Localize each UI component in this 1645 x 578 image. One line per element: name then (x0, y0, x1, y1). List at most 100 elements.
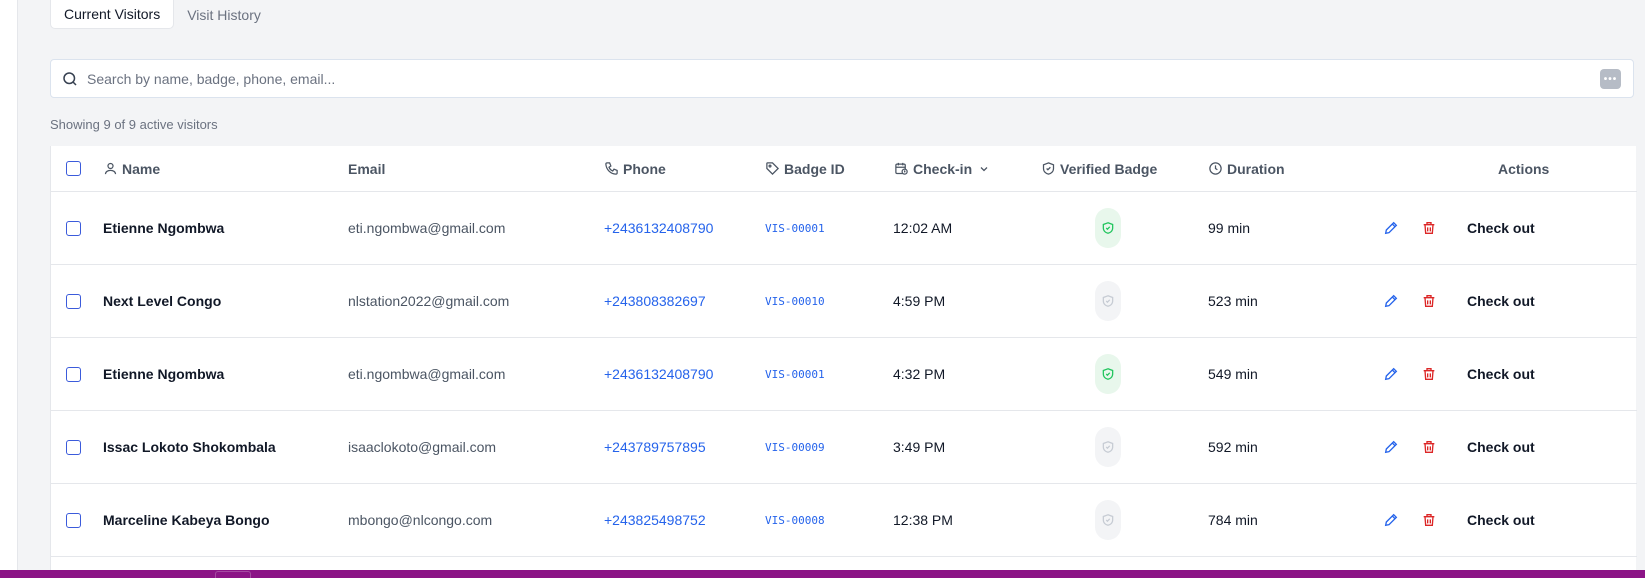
visitor-phone[interactable]: +2436132408790 (604, 220, 713, 236)
calendar-clock-icon (895, 162, 908, 175)
select-all-checkbox[interactable] (66, 161, 81, 176)
badge-id[interactable]: VIS-00008 (765, 514, 825, 527)
visitor-email: nlstation2022@gmail.com (348, 293, 510, 309)
column-badge-id[interactable]: Badge ID (765, 146, 845, 191)
more-options-icon[interactable]: ••• (1600, 69, 1621, 89)
column-duration[interactable]: Duration (1208, 146, 1285, 191)
column-phone-label: Phone (623, 160, 666, 177)
verified-badge-status (1095, 427, 1121, 467)
verified-badge-status (1095, 500, 1121, 540)
checkin-time: 3:49 PM (893, 439, 946, 455)
checkin-time: 12:38 PM (893, 512, 953, 528)
column-duration-label: Duration (1227, 160, 1285, 177)
pencil-icon[interactable] (1383, 512, 1399, 528)
check-out-button[interactable]: Check out (1467, 439, 1535, 455)
table-row[interactable]: Etienne Ngombwa eti.ngombwa@gmail.com +2… (51, 338, 1637, 411)
row-checkbox[interactable] (66, 366, 81, 382)
pencil-icon[interactable] (1383, 293, 1399, 309)
search-input[interactable] (87, 66, 1567, 92)
row-checkbox[interactable] (66, 512, 81, 528)
visitor-phone[interactable]: +243789757895 (604, 439, 706, 455)
badge-id[interactable]: VIS-00010 (765, 295, 825, 308)
table-row[interactable]: Issac Lokoto Shokombala isaaclokoto@gmai… (51, 411, 1637, 484)
column-name-label: Name (122, 160, 161, 177)
visitors-table: Name Email Phone Badge ID Check-in Verif… (50, 146, 1637, 570)
column-badge-label: Badge ID (784, 160, 845, 177)
trash-icon[interactable] (1421, 293, 1437, 309)
checkin-time: 4:59 PM (893, 293, 946, 309)
column-checkin-label: Check-in (913, 160, 973, 177)
table-header: Name Email Phone Badge ID Check-in Verif… (51, 146, 1637, 192)
pencil-icon[interactable] (1383, 220, 1399, 236)
tag-icon (766, 162, 780, 176)
chevron-down-icon[interactable] (978, 163, 990, 175)
verified-badge-status (1095, 354, 1121, 394)
visit-duration: 523 min (1208, 293, 1258, 309)
column-actions: Actions (1498, 146, 1549, 191)
check-out-button[interactable]: Check out (1467, 293, 1535, 309)
shield-check-icon (1102, 368, 1114, 380)
visitor-name: Next Level Congo (103, 293, 222, 309)
visitor-count-summary: Showing 9 of 9 active visitors (50, 117, 218, 132)
user-icon (104, 162, 117, 175)
visit-duration: 549 min (1208, 366, 1258, 382)
visitor-email: mbongo@nlcongo.com (348, 512, 493, 528)
checkin-time: 12:02 AM (893, 220, 953, 236)
column-email[interactable]: Email (348, 146, 385, 191)
visitors-panel: Current Visitors Visit History ••• Showi… (50, 0, 1637, 570)
trash-icon[interactable] (1421, 512, 1437, 528)
column-phone[interactable]: Phone (604, 146, 666, 191)
trash-icon[interactable] (1421, 366, 1437, 382)
visit-duration: 784 min (1208, 512, 1258, 528)
pencil-icon[interactable] (1383, 366, 1399, 382)
left-sidebar-edge (0, 0, 18, 570)
column-actions-label: Actions (1498, 160, 1550, 177)
visitor-tabs: Current Visitors Visit History (50, 0, 274, 29)
tab-current-visitors[interactable]: Current Visitors (50, 0, 175, 29)
check-out-button[interactable]: Check out (1467, 220, 1535, 236)
column-verified-label: Verified Badge (1060, 160, 1158, 177)
column-name[interactable]: Name (103, 146, 160, 191)
column-checkin[interactable]: Check-in (894, 146, 994, 191)
visitor-name: Issac Lokoto Shokombala (103, 439, 276, 455)
check-out-button[interactable]: Check out (1467, 366, 1535, 382)
pencil-icon[interactable] (1383, 439, 1399, 455)
tab-visit-history[interactable]: Visit History (174, 0, 274, 29)
shield-check-icon (1102, 295, 1114, 307)
visitor-name: Etienne Ngombwa (103, 366, 225, 382)
taskbar-item[interactable] (215, 571, 251, 578)
badge-id[interactable]: VIS-00009 (765, 441, 825, 454)
column-email-label: Email (348, 160, 386, 177)
visitor-phone[interactable]: +243825498752 (604, 512, 706, 528)
search-bar: ••• (50, 59, 1634, 98)
column-verified-badge[interactable]: Verified Badge (1041, 146, 1157, 191)
phone-icon (605, 162, 618, 175)
checkin-time: 4:32 PM (893, 366, 946, 382)
visitor-email: eti.ngombwa@gmail.com (348, 220, 506, 236)
row-checkbox[interactable] (66, 220, 81, 236)
visitor-phone[interactable]: +2436132408790 (604, 366, 713, 382)
visitor-phone[interactable]: +243808382697 (604, 293, 706, 309)
badge-id[interactable]: VIS-00001 (765, 368, 825, 381)
visit-duration: 592 min (1208, 439, 1258, 455)
search-icon (61, 70, 79, 88)
table-row[interactable]: Marceline Kabeya Bongo mbongo@nlcongo.co… (51, 484, 1637, 557)
verified-badge-status (1095, 281, 1121, 321)
shield-check-icon (1102, 441, 1114, 453)
visitor-name: Etienne Ngombwa (103, 220, 225, 236)
bottom-taskbar (0, 570, 1645, 578)
shield-check-icon (1102, 222, 1114, 234)
trash-icon[interactable] (1421, 439, 1437, 455)
clock-icon (1209, 162, 1222, 175)
verified-badge-status (1095, 208, 1121, 248)
visitor-email: isaaclokoto@gmail.com (348, 439, 497, 455)
table-row[interactable]: Etienne Ngombwa eti.ngombwa@gmail.com +2… (51, 192, 1637, 265)
visitor-email: eti.ngombwa@gmail.com (348, 366, 506, 382)
row-checkbox[interactable] (66, 439, 81, 455)
check-out-button[interactable]: Check out (1467, 512, 1535, 528)
badge-id[interactable]: VIS-00001 (765, 222, 825, 235)
visitor-name: Marceline Kabeya Bongo (103, 512, 270, 528)
row-checkbox[interactable] (66, 293, 81, 309)
trash-icon[interactable] (1421, 220, 1437, 236)
table-row[interactable]: Next Level Congo nlstation2022@gmail.com… (51, 265, 1637, 338)
